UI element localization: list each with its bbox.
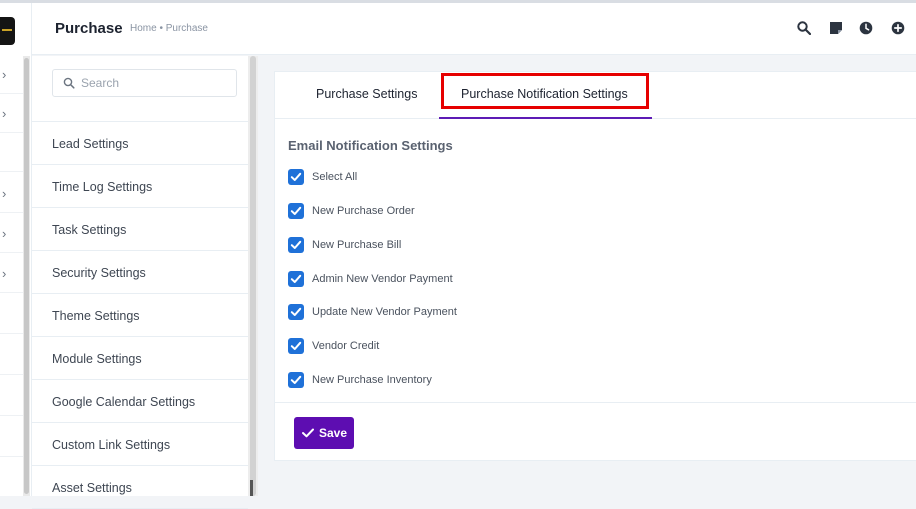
top-header: Purchase Home • Purchase bbox=[32, 3, 916, 55]
checkmark-icon bbox=[290, 240, 302, 249]
check-icon bbox=[302, 428, 314, 438]
settings-menu: Lead Settings Time Log Settings Task Set… bbox=[32, 56, 258, 509]
checkbox[interactable] bbox=[288, 169, 304, 185]
chevron-right-icon: › bbox=[2, 226, 7, 241]
chevron-right-icon: › bbox=[2, 106, 7, 121]
plus-circle-icon[interactable] bbox=[891, 21, 905, 35]
tab-purchase-settings[interactable]: Purchase Settings bbox=[303, 72, 453, 119]
menu-item-module-settings[interactable]: Module Settings bbox=[32, 337, 248, 380]
checkmark-icon bbox=[290, 341, 302, 350]
checkmark-icon bbox=[290, 274, 302, 283]
sidebar-scrollbar-thumb[interactable] bbox=[24, 58, 29, 494]
checkbox[interactable] bbox=[288, 372, 304, 388]
page-title: Purchase bbox=[55, 20, 123, 37]
menu-item-google-calendar-settings[interactable]: Google Calendar Settings bbox=[32, 380, 248, 423]
breadcrumb[interactable]: Home • Purchase bbox=[130, 23, 208, 34]
checkmark-icon bbox=[290, 206, 302, 215]
menu-item-time-log-settings[interactable]: Time Log Settings bbox=[32, 165, 248, 208]
menu-item-asset-settings[interactable]: Asset Settings bbox=[32, 466, 248, 509]
checkbox-label: Update New Vendor Payment bbox=[312, 306, 457, 318]
chevron-right-icon: › bbox=[2, 266, 7, 281]
sticky-note-icon[interactable] bbox=[829, 21, 843, 35]
app-logo[interactable] bbox=[0, 17, 15, 45]
menu-item-custom-link-settings[interactable]: Custom Link Settings bbox=[32, 423, 248, 466]
checkmark-icon bbox=[290, 307, 302, 316]
card-footer: Save bbox=[275, 402, 916, 462]
chevron-right-icon: › bbox=[2, 67, 7, 82]
section-title: Email Notification Settings bbox=[288, 138, 453, 153]
checkbox-label: New Purchase Inventory bbox=[312, 374, 432, 386]
checkbox[interactable] bbox=[288, 203, 304, 219]
search-icon[interactable] bbox=[797, 21, 811, 35]
clock-icon[interactable] bbox=[859, 21, 873, 35]
checkmark-icon bbox=[290, 172, 302, 181]
settings-card: Purchase Settings Purchase Notification … bbox=[274, 71, 916, 461]
checkbox[interactable] bbox=[288, 338, 304, 354]
settings-search bbox=[52, 69, 237, 97]
checkbox-label: Admin New Vendor Payment bbox=[312, 273, 453, 285]
checkbox[interactable] bbox=[288, 237, 304, 253]
checkbox-label: Select All bbox=[312, 171, 358, 183]
chevron-right-icon: › bbox=[2, 186, 7, 201]
checkbox-label: New Purchase Order bbox=[312, 205, 415, 217]
menu-item-lead-settings[interactable]: Lead Settings bbox=[32, 122, 248, 165]
checkbox[interactable] bbox=[288, 304, 304, 320]
tab-purchase-notification-settings[interactable]: Purchase Notification Settings bbox=[439, 72, 652, 119]
menu-item-theme-settings[interactable]: Theme Settings bbox=[32, 294, 248, 337]
checkmark-icon bbox=[290, 375, 302, 384]
checkbox-label: New Purchase Bill bbox=[312, 239, 402, 251]
tab-bar: Purchase Settings Purchase Notification … bbox=[275, 72, 916, 119]
search-icon bbox=[63, 77, 75, 89]
menu-item-task-settings[interactable]: Task Settings bbox=[32, 208, 248, 251]
save-button[interactable]: Save bbox=[294, 417, 354, 449]
checkbox-label: Vendor Credit bbox=[312, 340, 380, 352]
menu-scrollbar-thumb[interactable] bbox=[250, 56, 256, 496]
search-input[interactable] bbox=[81, 74, 231, 92]
save-button-label: Save bbox=[319, 426, 348, 440]
checkbox[interactable] bbox=[288, 271, 304, 287]
menu-item-security-settings[interactable]: Security Settings bbox=[32, 251, 248, 294]
menu-scroll-indicator bbox=[250, 480, 253, 496]
